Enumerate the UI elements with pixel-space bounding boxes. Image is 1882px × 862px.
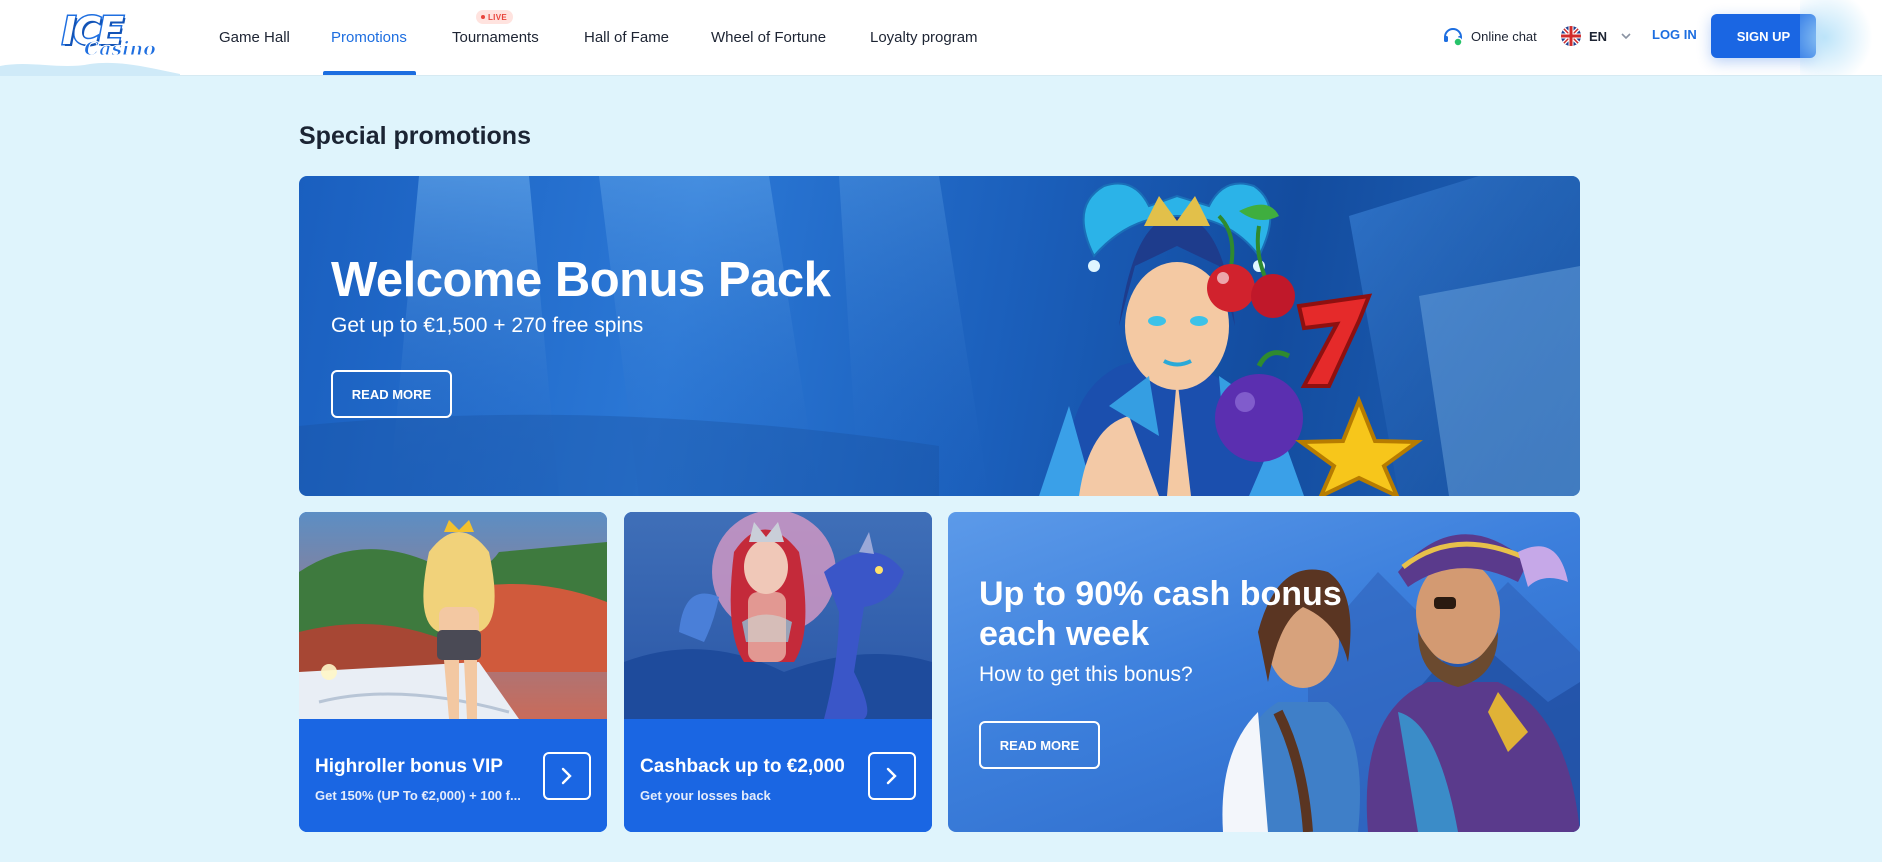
nav-item-hall-of-fame[interactable]: Hall of Fame: [584, 0, 669, 75]
highroller-bonus-card[interactable]: Highroller bonus VIP Get 150% (UP To €2,…: [299, 512, 607, 832]
header-wave-decoration: [0, 62, 180, 76]
highroller-illustration: [299, 512, 607, 719]
online-chat-button[interactable]: Online chat: [1442, 24, 1537, 48]
ice-casino-logo[interactable]: ICE Casino: [61, 8, 157, 61]
cash-bonus-title: Up to 90% cash bonus each week: [979, 575, 1342, 653]
live-badge: LIVE: [476, 10, 513, 24]
dragon-queen-illustration: [624, 512, 932, 719]
nav-item-wheel-of-fortune[interactable]: Wheel of Fortune: [711, 0, 826, 75]
logo-text-casino: Casino: [84, 38, 157, 61]
pirates-illustration: [1222, 534, 1580, 832]
header-glow-decoration: [1800, 0, 1882, 75]
chevron-down-icon: [1621, 33, 1631, 39]
card-footer: Highroller bonus VIP Get 150% (UP To €2,…: [299, 719, 607, 832]
hero-subtitle: Get up to €1,500 + 270 free spins: [331, 314, 644, 337]
card-footer: Cashback up to €2,000 Get your losses ba…: [624, 719, 932, 832]
uk-flag-icon: [1561, 26, 1581, 46]
page-title: Special promotions: [299, 122, 531, 150]
live-badge-label: LIVE: [488, 12, 507, 22]
chevron-right-icon: [886, 767, 897, 785]
nav-item-loyalty-program[interactable]: Loyalty program: [870, 0, 978, 75]
cash-bonus-subtitle: How to get this bonus?: [979, 663, 1193, 686]
nav-item-promotions[interactable]: Promotions: [331, 0, 407, 75]
online-chat-label: Online chat: [1471, 28, 1537, 44]
active-nav-indicator: [323, 71, 416, 75]
card-description: Get your losses back: [640, 788, 771, 803]
site-header: ICE Casino Game Hall Promotions Tourname…: [0, 0, 1882, 76]
chevron-right-icon: [561, 767, 572, 785]
headset-icon: [1444, 28, 1463, 47]
live-dot-icon: [481, 15, 485, 19]
card-open-button[interactable]: [543, 752, 591, 800]
cashback-card[interactable]: Cashback up to €2,000 Get your losses ba…: [624, 512, 932, 832]
log-in-button[interactable]: LOG IN: [1652, 27, 1697, 42]
cash-read-more-button[interactable]: READ MORE: [979, 721, 1100, 769]
language-label: EN: [1589, 28, 1608, 44]
card-open-button[interactable]: [868, 752, 916, 800]
welcome-bonus-banner[interactable]: Welcome Bonus Pack Get up to €1,500 + 27…: [299, 176, 1580, 496]
card-title: Highroller bonus VIP: [315, 756, 503, 777]
language-selector[interactable]: EN: [1561, 24, 1631, 48]
slot-symbols-illustration: [1207, 204, 1423, 496]
nav-item-game-hall[interactable]: Game Hall: [219, 0, 290, 75]
card-description: Get 150% (UP To €2,000) + 100 f...: [315, 788, 521, 803]
cash-bonus-banner[interactable]: Up to 90% cash bonus each week How to ge…: [948, 512, 1580, 832]
card-title: Cashback up to €2,000: [640, 756, 845, 777]
hero-title: Welcome Bonus Pack: [331, 253, 831, 307]
hero-read-more-button[interactable]: READ MORE: [331, 370, 452, 418]
